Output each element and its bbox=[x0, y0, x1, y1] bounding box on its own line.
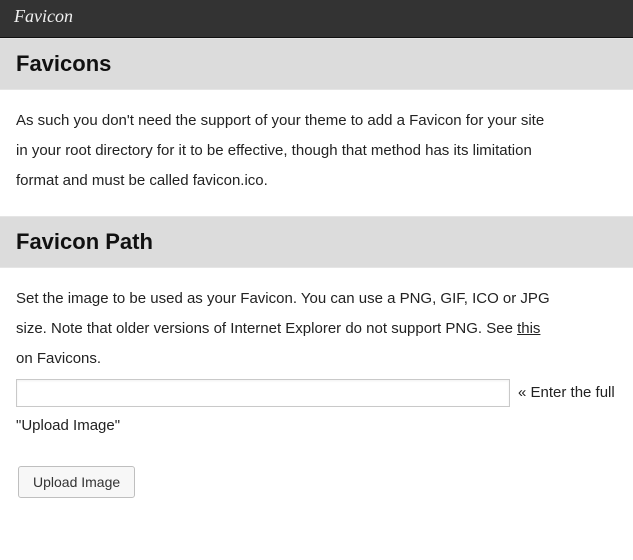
section-header-favicons: Favicons bbox=[0, 38, 633, 90]
heading-favicon-path: Favicon Path bbox=[16, 229, 617, 255]
favicon-path-input[interactable] bbox=[16, 379, 510, 407]
section-body-favicons: As such you don't need the support of yo… bbox=[0, 90, 633, 216]
favicon-path-text-line2a: size. Note that older versions of Intern… bbox=[16, 320, 517, 337]
section-body-favicon-path: Set the image to be used as your Favicon… bbox=[0, 268, 633, 518]
favicon-path-text-line3: on Favicons. bbox=[16, 344, 617, 374]
titlebar: Favicon bbox=[0, 0, 633, 38]
favicon-path-text-line1: Set the image to be used as your Favicon… bbox=[16, 284, 617, 314]
section-header-favicon-path: Favicon Path bbox=[0, 216, 633, 268]
favicon-path-hint: « Enter the full bbox=[518, 378, 615, 408]
favicons-text-line1: As such you don't need the support of yo… bbox=[16, 106, 617, 136]
favicons-text-line3: format and must be called favicon.ico. bbox=[16, 166, 617, 196]
heading-favicons: Favicons bbox=[16, 51, 617, 77]
favicons-text-line2: in your root directory for it to be effe… bbox=[16, 136, 617, 166]
favicon-path-link-this[interactable]: this bbox=[517, 320, 540, 337]
titlebar-title: Favicon bbox=[14, 6, 73, 26]
favicon-path-quoted-line: "Upload Image" bbox=[16, 414, 617, 438]
upload-image-button[interactable]: Upload Image bbox=[18, 466, 135, 498]
